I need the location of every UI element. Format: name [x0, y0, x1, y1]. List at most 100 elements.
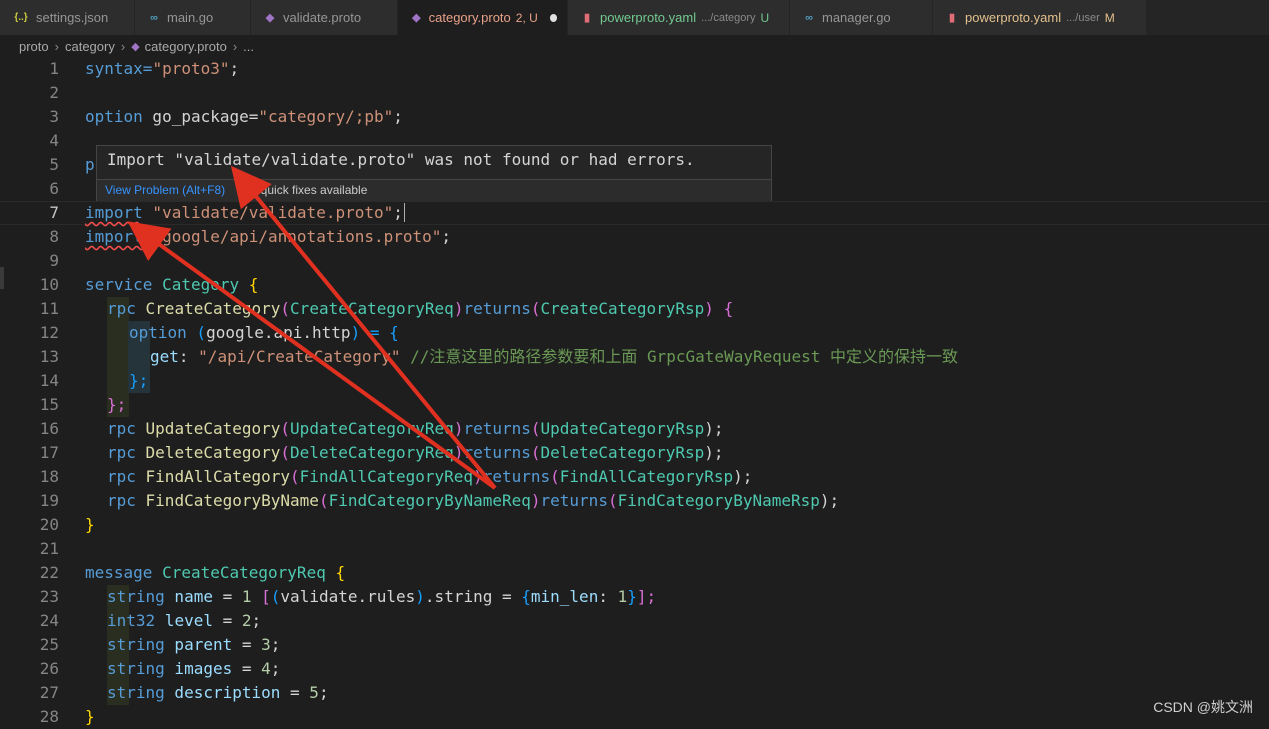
code-line: 26 string images = 4;: [0, 657, 1269, 681]
line-number: 27: [39, 683, 59, 702]
yaml-file-icon: ▮: [948, 12, 956, 24]
chevron-right-icon: ›: [232, 38, 238, 54]
line-number: 17: [39, 443, 59, 462]
code-line-current: 7 import "validate/validate.proto";: [0, 201, 1269, 225]
code-text: syntax="proto3";: [85, 59, 240, 78]
line-number: 10: [39, 275, 59, 294]
breadcrumb-file[interactable]: category.proto: [145, 39, 227, 54]
tab-label: validate.proto: [283, 10, 362, 25]
code-line: 24 int32 level = 2;: [0, 609, 1269, 633]
line-number: 2: [49, 83, 59, 102]
line-number: 6: [49, 179, 59, 198]
code-text: int32 level = 2;: [107, 611, 262, 630]
line-number: 3: [49, 107, 59, 126]
code-line: 27 string description = 5;: [0, 681, 1269, 705]
editor-tab-bar: {..} settings.json ∞ main.go ◆ validate.…: [0, 0, 1269, 35]
code-line: 13 get: "/api/CreateCategory" //注意这里的路径参…: [0, 345, 1269, 369]
code-text: };: [107, 395, 127, 414]
proto-file-icon: ◆: [412, 12, 421, 24]
line-number: 11: [39, 299, 59, 318]
code-text: rpc UpdateCategory(UpdateCategoryReq)ret…: [107, 419, 724, 438]
code-text: string images = 4;: [107, 659, 281, 678]
line-number: 21: [39, 539, 59, 558]
code-text: }: [85, 707, 95, 726]
line-number: 9: [49, 251, 59, 270]
code-line: 18 rpc FindAllCategory(FindAllCategoryRe…: [0, 465, 1269, 489]
code-text: string name = 1 [(validate.rules).string…: [107, 587, 657, 606]
code-text: option (google.api.http) = {: [129, 323, 399, 342]
code-line: 21: [0, 537, 1269, 561]
line-number: 18: [39, 467, 59, 486]
code-line: 2: [0, 81, 1269, 105]
proto-file-icon: ◆: [265, 12, 275, 24]
code-text: message CreateCategoryReq {: [85, 563, 346, 582]
line-number: 16: [39, 419, 59, 438]
line-number: 22: [39, 563, 59, 582]
line-number: 28: [39, 707, 59, 726]
tab-label: category.proto: [428, 10, 511, 25]
code-line: 12 option (google.api.http) = {: [0, 321, 1269, 345]
tab-label: powerproto.yaml: [965, 10, 1062, 25]
line-number: 25: [39, 635, 59, 654]
tab-validate-proto[interactable]: ◆ validate.proto: [251, 0, 398, 35]
line-number: 8: [49, 227, 59, 246]
view-problem-link[interactable]: View Problem (Alt+F8): [105, 183, 225, 197]
line-number: 15: [39, 395, 59, 414]
line-number: 24: [39, 611, 59, 630]
line-number: 1: [49, 59, 59, 78]
tab-powerproto-yaml-category[interactable]: ▮ powerproto.yaml .../category U: [568, 0, 790, 35]
tab-status: 2, U: [515, 10, 538, 25]
code-line: 19 rpc FindCategoryByName(FindCategoryBy…: [0, 489, 1269, 513]
tab-path: .../category: [701, 11, 756, 24]
breadcrumb-symbols[interactable]: ...: [243, 39, 254, 54]
line-number: 4: [49, 131, 59, 150]
chevron-right-icon: ›: [120, 38, 126, 54]
code-line: 23 string name = 1 [(validate.rules).str…: [0, 585, 1269, 609]
error-hover-tooltip: Import "validate/validate.proto" was not…: [96, 145, 772, 201]
code-text: }: [85, 515, 95, 534]
code-line: 20 }: [0, 513, 1269, 537]
code-text: get: "/api/CreateCategory" //注意这里的路径参数要和…: [150, 347, 959, 366]
code-line: 15 };: [0, 393, 1269, 417]
code-text: import "google/api/annotations.proto";: [85, 227, 452, 246]
code-line: 10 service Category {: [0, 273, 1269, 297]
tab-powerproto-yaml-user[interactable]: ▮ powerproto.yaml .../user M: [933, 0, 1147, 35]
code-line: 28 }: [0, 705, 1269, 729]
code-line: 14 };: [0, 369, 1269, 393]
breadcrumb: proto › category › ◆ category.proto › ..…: [0, 35, 1269, 57]
proto-file-icon: ◆: [131, 40, 140, 53]
code-text: rpc FindAllCategory(FindAllCategoryReq)r…: [107, 467, 753, 486]
tab-manager-go[interactable]: ∞ manager.go: [790, 0, 933, 35]
tab-label: powerproto.yaml: [600, 10, 697, 25]
tab-status: U: [760, 10, 770, 25]
line-number: 23: [39, 587, 59, 606]
json-file-icon: {..}: [14, 12, 28, 23]
code-text: string parent = 3;: [107, 635, 281, 654]
code-text: option go_package="category/;pb";: [85, 107, 403, 126]
tab-settings-json[interactable]: {..} settings.json: [0, 0, 135, 35]
code-line: 17 rpc DeleteCategory(DeleteCategoryReq)…: [0, 441, 1269, 465]
tab-label: manager.go: [822, 10, 891, 25]
code-line: 8 import "google/api/annotations.proto";: [0, 225, 1269, 249]
go-file-icon: ∞: [150, 11, 158, 24]
tab-category-proto[interactable]: ◆ category.proto 2, U: [398, 0, 568, 35]
code-line: 1 syntax="proto3";: [0, 57, 1269, 81]
breadcrumb-category[interactable]: category: [65, 39, 115, 54]
go-file-icon: ∞: [805, 11, 813, 24]
code-line: 11 rpc CreateCategory(CreateCategoryReq)…: [0, 297, 1269, 321]
yaml-file-icon: ▮: [583, 12, 591, 24]
tab-status: M: [1104, 10, 1115, 25]
code-text: rpc CreateCategory(CreateCategoryReq)ret…: [107, 299, 734, 318]
watermark: CSDN @姚文洲: [1153, 699, 1253, 715]
line-number: 20: [39, 515, 59, 534]
code-line: 9: [0, 249, 1269, 273]
line-number: 7: [49, 203, 59, 222]
code-line: 16 rpc UpdateCategory(UpdateCategoryReq)…: [0, 417, 1269, 441]
hover-status-bar: View Problem (Alt+F8) No quick fixes ava…: [97, 179, 771, 201]
unsaved-dot-icon[interactable]: [549, 13, 557, 22]
line-number: 5: [49, 155, 59, 174]
tab-main-go[interactable]: ∞ main.go: [135, 0, 251, 35]
line-number: 12: [39, 323, 59, 342]
breadcrumb-proto[interactable]: proto: [19, 39, 49, 54]
code-text: service Category {: [85, 275, 259, 294]
